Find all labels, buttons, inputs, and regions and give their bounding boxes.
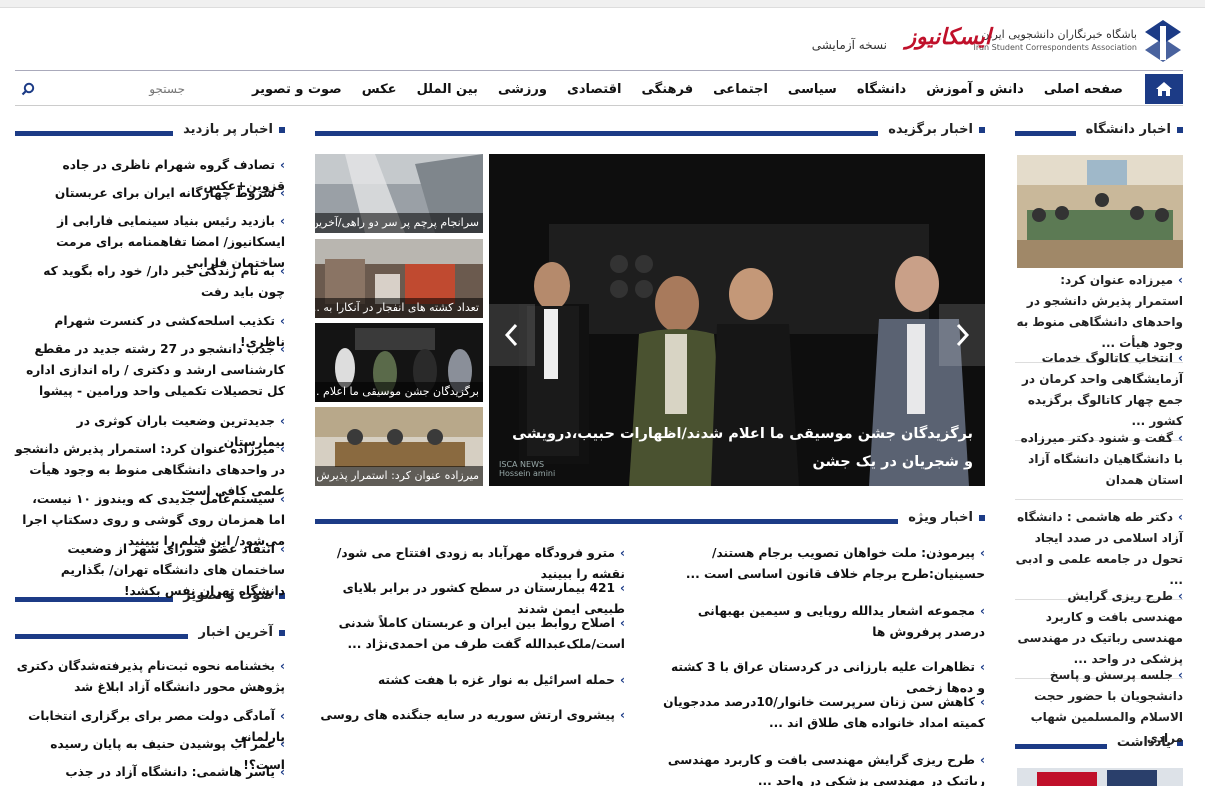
special-item[interactable]: مجموعه اشعار یدالله رویایی و سیمین بهبها…: [660, 601, 985, 643]
section-most-viewed: اخبار پر بازدید: [15, 122, 285, 140]
nav-item[interactable]: اجتماعی: [703, 82, 778, 97]
nav-items: صفحه اصلی دانش و آموزش دانشگاه سیاسی اجتماعی…: [242, 71, 1133, 107]
nav-item[interactable]: اقتصادی: [557, 82, 632, 97]
nav-item[interactable]: صفحه اصلی: [1034, 82, 1133, 97]
most-viewed-item[interactable]: انتقاد عضو شورای شهر از وضعیت ساختمان ها…: [15, 539, 285, 602]
special-item[interactable]: پیشروی ارتش سوریه در سایه جنگنده های روس…: [315, 705, 625, 726]
slider-prev-button[interactable]: [489, 304, 535, 366]
nav-item[interactable]: بین الملل: [407, 82, 488, 97]
org-name-en: Iran Student Correspondents Association: [973, 43, 1137, 52]
chevron-left-icon: [504, 323, 518, 347]
org-name-fa: باشگاه خبرنگاران دانشجویی ایران: [981, 28, 1137, 41]
beta-label: نسخه آزمایشی: [811, 38, 887, 52]
section-special: اخبار ویژه: [315, 510, 985, 528]
nav-item[interactable]: دانش و آموزش: [916, 82, 1034, 97]
university-item[interactable]: جلسه پرسش و پاسخ دانشجویان با حضور حجت ا…: [1015, 665, 1183, 757]
logo-org-name: باشگاه خبرنگاران دانشجویی ایران Iran Stu…: [973, 28, 1137, 52]
latest-item[interactable]: یاسر هاشمی: دانشگاه آزاد در جذب دانشجویا…: [15, 762, 285, 786]
section-latest: آخرین اخبار: [15, 625, 285, 643]
site-logo[interactable]: باشگاه خبرنگاران دانشجویی ایران Iran Stu…: [906, 14, 1183, 70]
most-viewed-item[interactable]: به نام زندگی خبر دار/ خود راه بگوید که چ…: [15, 261, 285, 303]
section-title: اخبار ویژه: [898, 510, 985, 525]
section-title: اخبار پر بازدید: [173, 122, 285, 137]
special-item[interactable]: اصلاح روابط بین ایران و عربستان کاملاً ش…: [315, 613, 625, 655]
nav-item[interactable]: دانشگاه: [847, 82, 916, 97]
notes-photo-image: [1017, 768, 1183, 786]
special-item[interactable]: حمله اسرائیل به نوار غزه با هفت کشته: [315, 670, 625, 691]
thumb-caption: سرانجام پرچم پر سر دو راهی/آخرین...: [315, 213, 483, 233]
latest-item[interactable]: بخشنامه نحوه ثبت‌نام پذیرفته‌شدگان دکتری…: [15, 656, 285, 698]
featured-thumb[interactable]: میرزاده عنوان کرد: استمرار پذیرش ...: [315, 407, 483, 486]
section-bar: [315, 519, 985, 524]
nav-item[interactable]: صوت و تصویر: [242, 82, 352, 97]
featured-thumb[interactable]: برگزیدگان جشن موسیقی ما اعلام ...: [315, 323, 483, 402]
search-input[interactable]: [35, 78, 185, 100]
main-nav: صفحه اصلی دانش و آموزش دانشگاه سیاسی اجتماعی…: [15, 70, 1183, 106]
nav-item[interactable]: ورزشی: [488, 82, 557, 97]
section-university: اخبار دانشگاه: [1015, 122, 1183, 140]
nav-item[interactable]: فرهنگی: [632, 82, 704, 97]
featured-thumb[interactable]: سرانجام پرچم پر سر دو راهی/آخرین...: [315, 154, 483, 233]
most-viewed-item[interactable]: شروط چهارگانه ایران برای عربستان: [15, 183, 285, 204]
section-title: اخبار برگزیده: [878, 122, 985, 137]
home-button[interactable]: [1145, 74, 1183, 104]
notes-photo[interactable]: [1017, 768, 1183, 786]
home-icon: [1156, 82, 1172, 96]
thumb-caption: میرزاده عنوان کرد: استمرار پذیرش ...: [315, 466, 483, 486]
nav-item[interactable]: سیاسی: [778, 82, 847, 97]
university-photo-image: [1017, 155, 1183, 268]
search-icon[interactable]: [21, 82, 35, 96]
most-viewed-item[interactable]: جذب دانشجو در 27 رشته جدید در مقطع کارشن…: [15, 339, 285, 402]
thumb-caption: برگزیدگان جشن موسیقی ما اعلام ...: [315, 382, 483, 402]
university-item[interactable]: گفت و شنود دکتر میرزاده با دانشگاهیان دا…: [1015, 428, 1183, 500]
featured-thumb[interactable]: تعداد کشته های انفجار در آنکارا به ...: [315, 239, 483, 318]
thumb-caption: تعداد کشته های انفجار در آنکارا به ...: [315, 298, 483, 318]
slider-caption[interactable]: برگزیدگان جشن موسیقی ما اعلام شدند/اظهار…: [503, 420, 973, 476]
special-item[interactable]: کاهش سن زنان سرپرست خانوار/10درصد مددجوی…: [660, 692, 985, 734]
special-item[interactable]: طرح ریزی گرایش مهندسی بافت و کاربرد مهند…: [660, 750, 985, 786]
top-strip: [0, 0, 1205, 8]
nav-item[interactable]: عکس: [352, 82, 407, 97]
chevron-right-icon: [956, 323, 970, 347]
logo-mark-icon: [1145, 20, 1181, 62]
slider-next-button[interactable]: [939, 304, 985, 366]
special-item[interactable]: پیرموذن: ملت خواهان تصویب برجام هستند/حس…: [660, 543, 985, 585]
section-featured: اخبار برگزیده: [315, 122, 985, 140]
section-title: اخبار دانشگاه: [1075, 122, 1183, 137]
section-title: آخرین اخبار: [188, 625, 285, 640]
search-box: [15, 71, 215, 107]
university-photo[interactable]: [1017, 155, 1183, 268]
brand-name: ایسکانیوز: [905, 24, 991, 50]
featured-slider[interactable]: ISCA NEWS Hossein amini برگزیدگان جشن مو…: [489, 154, 985, 486]
